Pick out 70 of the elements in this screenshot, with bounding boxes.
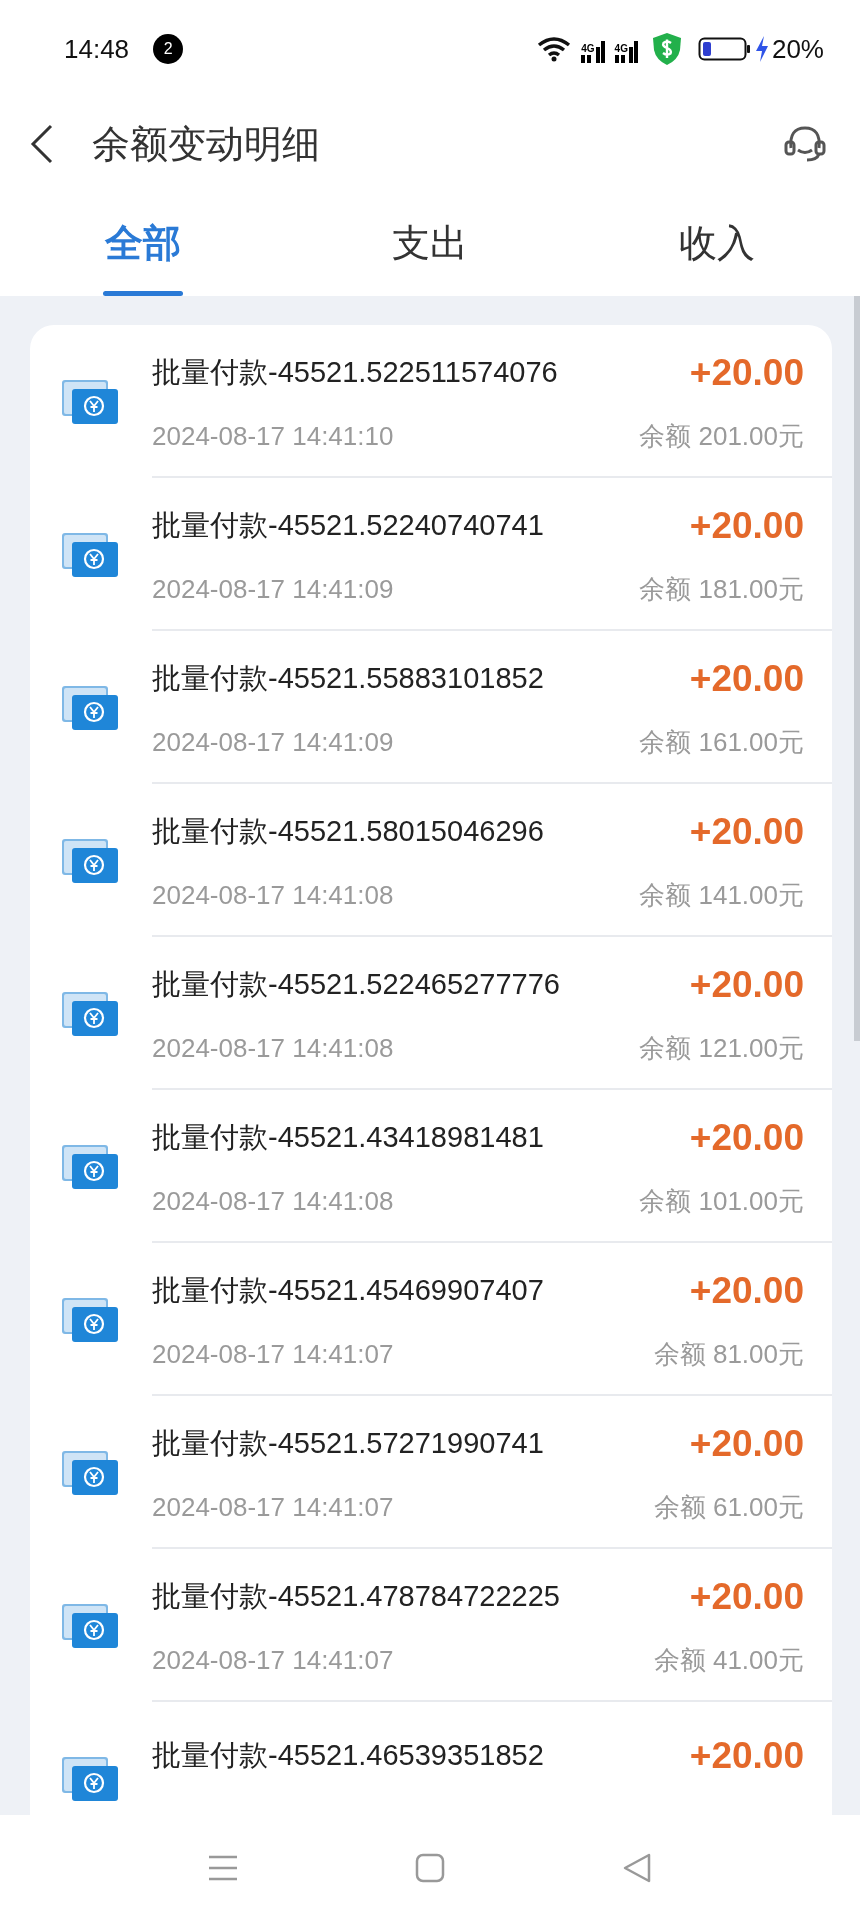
transaction-amount: +20.00 bbox=[689, 1269, 804, 1314]
transaction-time: 2024-08-17 14:41:07 bbox=[152, 1490, 394, 1524]
payment-icon bbox=[62, 1448, 118, 1497]
wifi-icon bbox=[537, 36, 572, 62]
transaction-title: 批量付款-45521.478784722225 bbox=[152, 1579, 560, 1615]
filter-tab[interactable]: 全部 bbox=[0, 190, 287, 296]
scrollbar-icon bbox=[854, 296, 860, 1041]
transaction-time: 2024-08-17 14:41:07 bbox=[152, 1337, 394, 1371]
transaction-amount: +20.00 bbox=[689, 810, 804, 855]
transaction-time: 2024-08-17 14:41:08 bbox=[152, 1031, 394, 1065]
transaction-title: 批量付款-45521.522511574076 bbox=[152, 355, 558, 391]
transaction-row[interactable]: 批量付款-45521.57271990741 +20.00 2024-08-17 14:41:07 余额 61.00元 bbox=[30, 1396, 832, 1549]
transaction-time: 2024-08-17 14:41:07 bbox=[152, 1643, 394, 1677]
charging-icon bbox=[753, 35, 770, 63]
transaction-title: 批量付款-45521.43418981481 bbox=[152, 1120, 544, 1156]
filter-tab[interactable]: 支出 bbox=[286, 190, 574, 296]
battery-icon bbox=[697, 36, 752, 62]
transaction-amount: +20.00 bbox=[689, 1733, 804, 1778]
battery-percentage: 20% bbox=[771, 32, 824, 66]
transaction-amount: +20.00 bbox=[689, 504, 804, 549]
transaction-amount: +20.00 bbox=[689, 963, 804, 1008]
payment-icon bbox=[62, 1601, 118, 1650]
payment-icon bbox=[62, 683, 118, 732]
transaction-row[interactable]: 批量付款-45521.522511574076 +20.00 2024-08-17 14:41:10 余额 201.00元 bbox=[30, 325, 832, 478]
transaction-amount: +20.00 bbox=[689, 351, 804, 396]
transaction-row[interactable]: 批量付款-45521.43418981481 +20.00 2024-08-17 14:41:08 余额 101.00元 bbox=[30, 1090, 832, 1243]
payment-icon bbox=[62, 1142, 118, 1191]
balance-text: 余额 61.00元 bbox=[653, 1490, 804, 1524]
transaction-time: 2024-08-17 14:41:10 bbox=[152, 419, 394, 453]
balance-text: 余额 81.00元 bbox=[653, 1337, 804, 1371]
balance-text: 余额 41.00元 bbox=[653, 1643, 804, 1677]
payment-icon bbox=[62, 530, 118, 579]
transaction-amount: +20.00 bbox=[689, 1422, 804, 1467]
transaction-time: 2024-08-17 14:41:09 bbox=[152, 725, 394, 759]
payment-icon bbox=[62, 989, 118, 1038]
balance-text: 余额 181.00元 bbox=[639, 572, 804, 606]
transaction-title: 批量付款-45521.55883101852 bbox=[152, 661, 544, 697]
transaction-row[interactable]: 批量付款-45521.45469907407 +20.00 2024-08-17 14:41:07 余额 81.00元 bbox=[30, 1243, 832, 1396]
transaction-amount: +20.00 bbox=[689, 1575, 804, 1620]
transaction-time: 2024-08-17 14:41:09 bbox=[152, 572, 394, 606]
transaction-title: 批量付款-45521.522465277776 bbox=[152, 967, 560, 1003]
transaction-row[interactable]: 批量付款-45521.522465277776 +20.00 2024-08-17 14:41:08 余额 121.00元 bbox=[30, 937, 832, 1090]
transaction-time: 2024-08-17 14:41:08 bbox=[152, 878, 394, 912]
page-title: 余额变动明细 bbox=[92, 121, 320, 167]
transaction-row[interactable]: 批量付款-45521.52240740741 +20.00 2024-08-17 14:41:09 余额 181.00元 bbox=[30, 478, 832, 631]
payment-icon bbox=[62, 836, 118, 885]
transaction-title: 批量付款-45521.57271990741 bbox=[152, 1426, 544, 1462]
transaction-row[interactable]: 批量付款-45521.58015046296 +20.00 2024-08-17 14:41:08 余额 141.00元 bbox=[30, 784, 832, 937]
payment-icon bbox=[62, 377, 118, 426]
balance-text: 余额 161.00元 bbox=[639, 725, 804, 759]
balance-text: 余额 121.00元 bbox=[639, 1031, 804, 1065]
transaction-title: 批量付款-45521.52240740741 bbox=[152, 508, 544, 544]
transaction-amount: +20.00 bbox=[689, 1116, 804, 1161]
transaction-amount: +20.00 bbox=[689, 657, 804, 702]
balance-text: 余额 141.00元 bbox=[639, 878, 804, 912]
balance-text: 余额 201.00元 bbox=[639, 419, 804, 453]
notification-badge: 2 bbox=[153, 34, 184, 64]
transaction-time: 2024-08-17 14:41:08 bbox=[152, 1184, 394, 1218]
filter-tab[interactable]: 收入 bbox=[573, 190, 860, 296]
payment-icon bbox=[62, 1754, 118, 1803]
payment-icon bbox=[62, 1295, 118, 1344]
shield-dollar-icon bbox=[651, 32, 682, 66]
transaction-row[interactable]: 批量付款-45521.46539351852 +20.00 bbox=[30, 1702, 832, 1815]
transaction-title: 批量付款-45521.46539351852 bbox=[152, 1737, 544, 1773]
transaction-row[interactable]: 批量付款-45521.55883101852 +20.00 2024-08-17 14:41:09 余额 161.00元 bbox=[30, 631, 832, 784]
balance-text: 余额 101.00元 bbox=[639, 1184, 804, 1218]
transaction-title: 批量付款-45521.58015046296 bbox=[152, 814, 544, 850]
status-time: 14:48 bbox=[64, 32, 130, 66]
transaction-row[interactable]: 批量付款-45521.478784722225 +20.00 2024-08-17 14:41:07 余额 41.00元 bbox=[30, 1549, 832, 1702]
transaction-title: 批量付款-45521.45469907407 bbox=[152, 1273, 544, 1309]
